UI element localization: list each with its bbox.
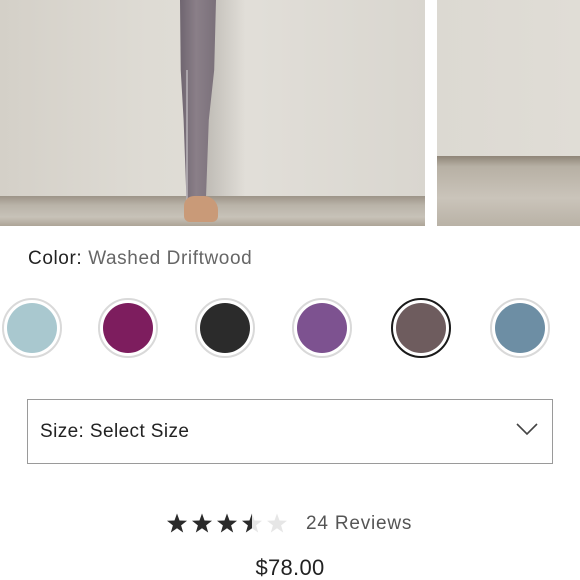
color-swatches (0, 298, 580, 364)
swatch-fill (297, 303, 347, 353)
floor (437, 156, 580, 226)
swatch-fill (495, 303, 545, 353)
reviews-link[interactable]: 24 Reviews (306, 513, 412, 535)
foot (184, 196, 218, 222)
product-detail-page: Color: Washed Driftwood Size: Select Siz… (0, 0, 580, 580)
swatch-black[interactable] (195, 298, 255, 358)
swatch-magenta[interactable] (98, 298, 158, 358)
product-image-next[interactable] (437, 0, 580, 226)
size-select[interactable]: Size: Select Size (27, 399, 553, 464)
star-rating (167, 513, 287, 533)
color-label: Color: Washed Driftwood (28, 247, 252, 271)
swatch-light-blue[interactable] (2, 298, 62, 358)
swatch-slate-blue[interactable] (490, 298, 550, 358)
size-select-label: Size: Select Size (40, 421, 190, 442)
swatch-fill (396, 303, 446, 353)
star-filled-icon (192, 513, 212, 533)
product-image-main[interactable] (0, 0, 425, 226)
star-filled-icon (167, 513, 187, 533)
product-price: $78.00 (255, 555, 325, 580)
chevron-down-icon (516, 423, 538, 436)
star-filled-icon (217, 513, 237, 533)
swatch-fill (7, 303, 57, 353)
swatch-washed-driftwood[interactable] (391, 298, 451, 358)
color-label-key: Color: (28, 248, 83, 269)
product-image-gallery[interactable] (0, 0, 580, 226)
swatch-fill (200, 303, 250, 353)
color-label-value: Washed Driftwood (88, 248, 253, 269)
swatch-fill (103, 303, 153, 353)
legging-seam (186, 70, 188, 200)
star-empty-icon (267, 513, 287, 533)
swatch-purple[interactable] (292, 298, 352, 358)
